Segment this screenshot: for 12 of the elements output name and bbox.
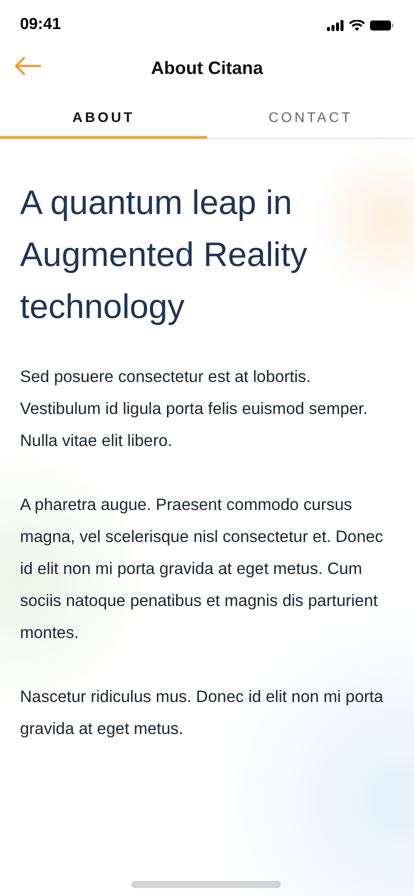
wifi-icon [349,20,365,30]
signal-icon [327,20,344,30]
article-paragraph: Sed posuere consectetur est at lobortis. Vestibulum id ligula porta felis euismod semper. Nulla vitae elit libero. [20,367,369,452]
page-title: About Citana [151,58,263,78]
article-heading: A quantum leap in Augmented Reality technology [20,183,308,328]
back-button[interactable] [12,54,44,78]
article-paragraph: Nascetur ridiculus mus. Donec id elit non mi porta gravida at eget metus. [20,687,384,740]
battery-icon [370,20,394,30]
article-paragraph: A pharetra augue. Praesent commodo cursus magna, vel scelerisque nisl consectetur et. Donec id elit non mi porta gravida at eget metus. Cum sociis natoque penatibus et magnis dis parturient montes. [20,495,384,644]
status-time: 09:41 [20,16,61,34]
tab[interactable]: ABOUT [0,98,207,139]
tab[interactable]: CONTACT [207,98,414,139]
